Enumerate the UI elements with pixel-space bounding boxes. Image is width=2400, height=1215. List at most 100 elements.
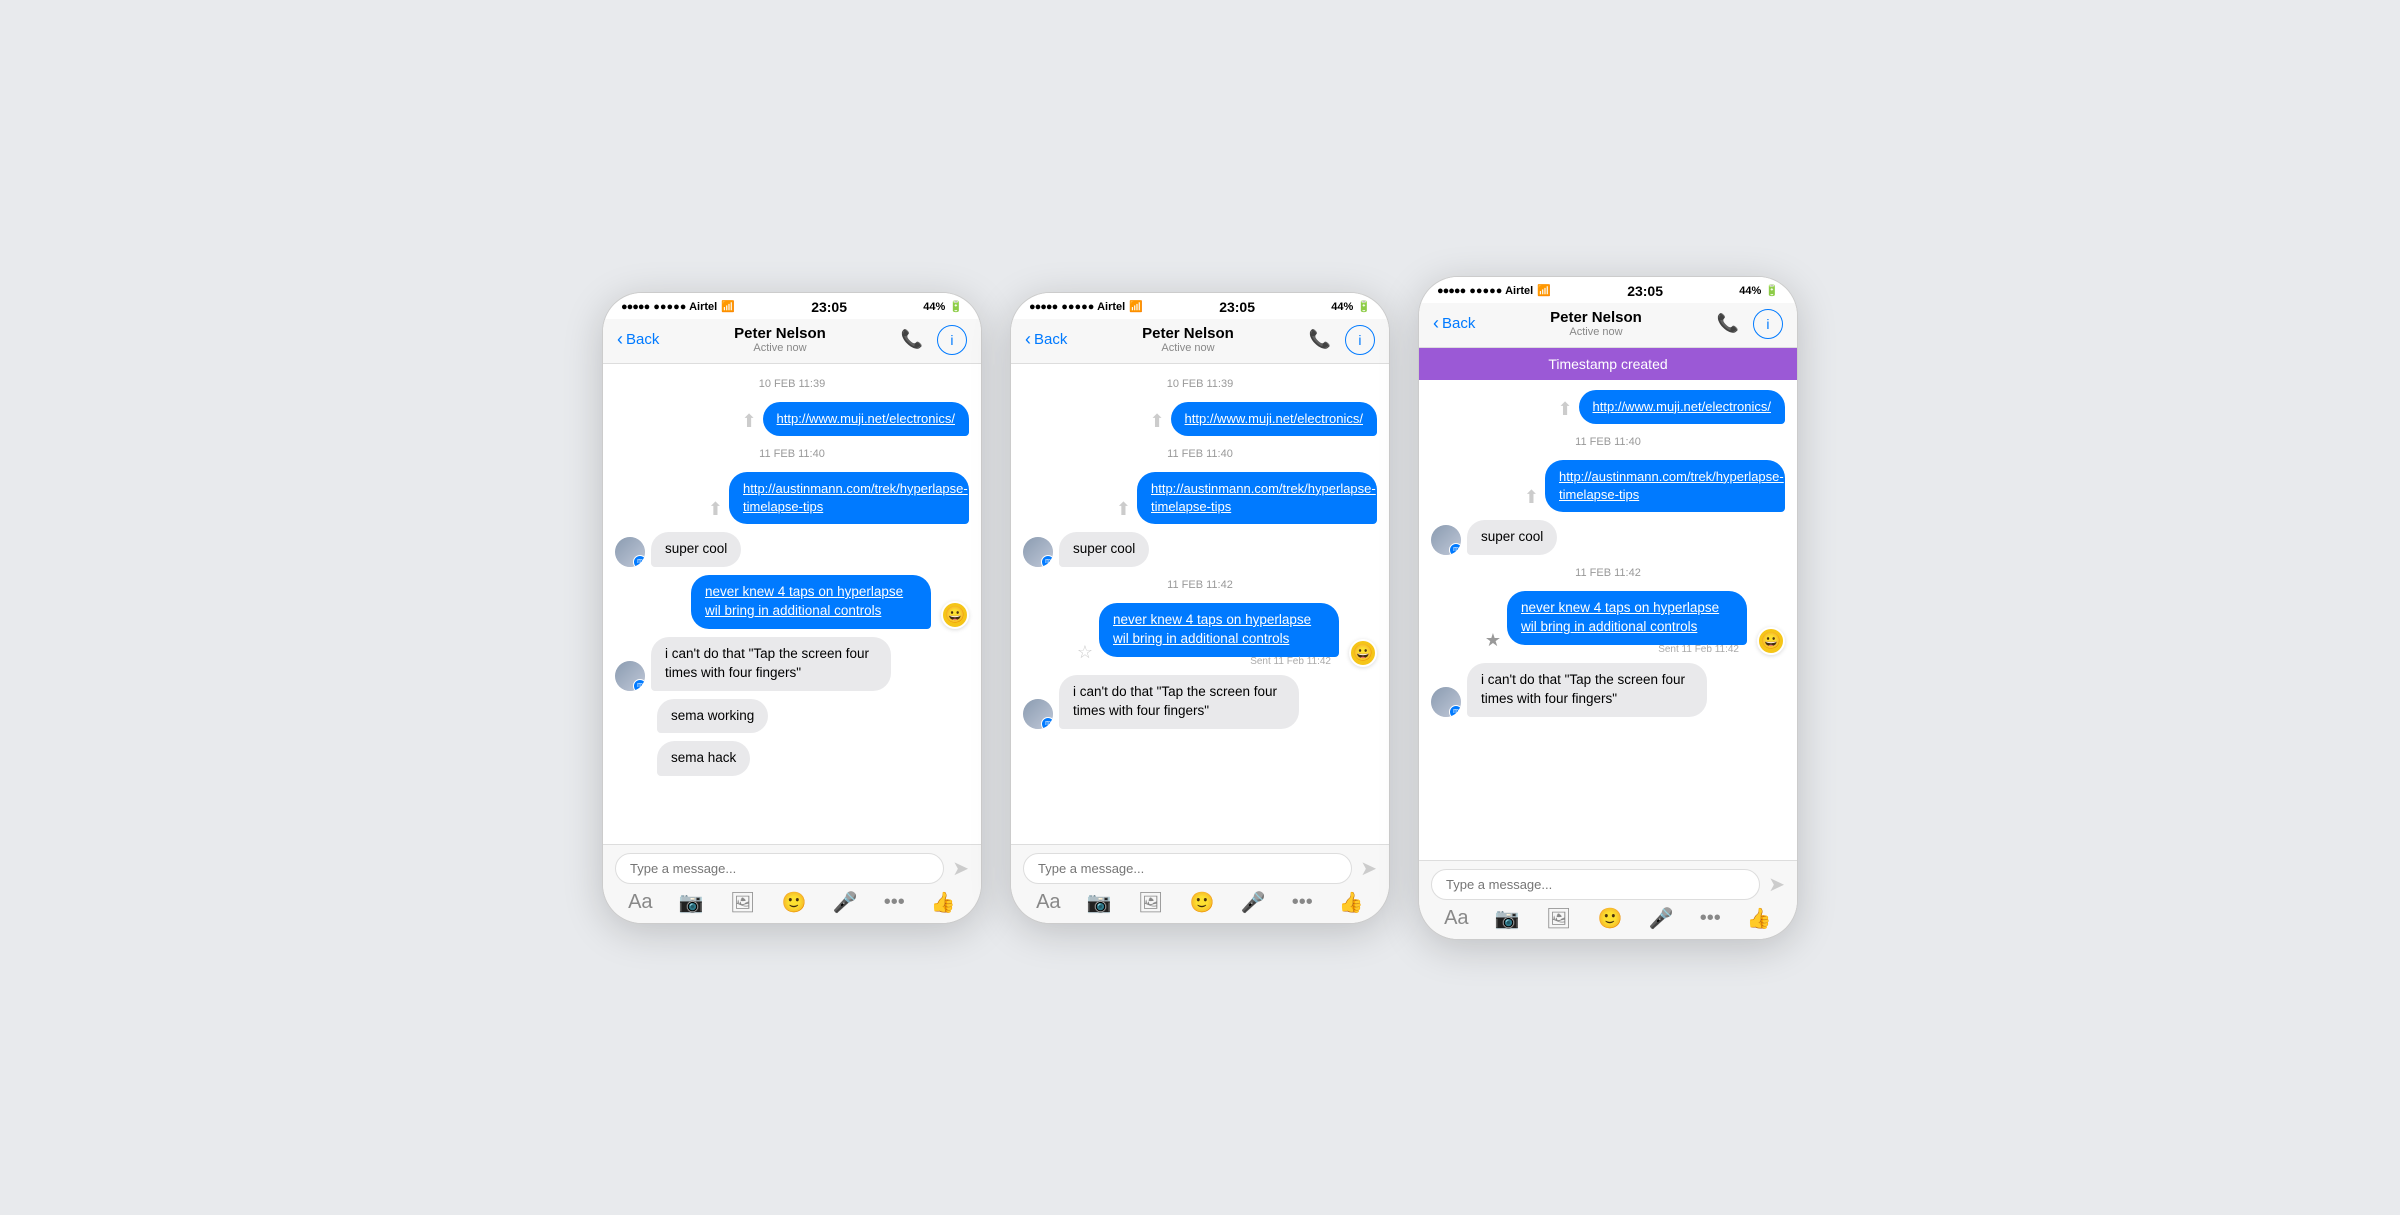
share-icon-1[interactable]: ⬆ <box>741 411 756 432</box>
bubble-sema1: sema working <box>657 699 768 734</box>
toolbar-image-2[interactable]: 🖼 <box>1138 890 1163 915</box>
share-icon-3a[interactable]: ⬆ <box>1557 399 1572 420</box>
back-arrow-icon-1: ‹ <box>617 329 623 350</box>
msg-row-out-hyperlapse3: ★ never knew 4 taps on hyperlapse wil br… <box>1431 591 1785 655</box>
bubble-link-1[interactable]: http://www.muji.net/electronics/ <box>763 402 969 436</box>
msg-row-out-link1: ⬆ http://www.muji.net/electronics/ <box>615 402 969 436</box>
back-label-1: Back <box>626 331 659 348</box>
messenger-badge-3a: m <box>1449 543 1461 555</box>
info-icon-1[interactable]: i <box>937 325 967 355</box>
signal-dots: ●●●●● <box>621 301 649 313</box>
carrier-name-2: ●●●●● Airtel <box>1061 301 1125 313</box>
toolbar-emoji-2[interactable]: 🙂 <box>1189 890 1214 915</box>
share-icon-2[interactable]: ⬆ <box>708 499 723 520</box>
send-icon-1[interactable]: ➤ <box>952 856 969 881</box>
toolbar-aa-1[interactable]: Aa <box>628 891 652 914</box>
messages-area-1: 10 FEB 11:39 ⬆ http://www.muji.net/elect… <box>603 364 981 844</box>
messenger-badge-2b: m <box>1041 717 1053 729</box>
msg-row-out-link1-3: ⬆ http://www.muji.net/electronics/ <box>1431 390 1785 424</box>
back-label-2: Back <box>1034 331 1067 348</box>
phone-call-icon-3[interactable]: 📞 <box>1717 313 1739 334</box>
time-display-2: 23:05 <box>1219 299 1255 315</box>
toolbar-like-3[interactable]: 👍 <box>1747 906 1772 931</box>
nav-bar-2: ‹ Back Peter Nelson Active now 📞 i <box>1011 319 1389 364</box>
toolbar-camera-3[interactable]: 📷 <box>1495 906 1520 931</box>
contact-status-3: Active now <box>1550 326 1642 338</box>
status-right-1: 44% 🔋 <box>923 300 963 313</box>
ts-label-3b: 11 FEB 11:40 <box>1431 436 1785 448</box>
toolbar-like-1[interactable]: 👍 <box>931 890 956 915</box>
carrier-name-3: ●●●●● Airtel <box>1469 285 1533 297</box>
msg-row-in-cantdo3: m i can't do that "Tap the screen four t… <box>1431 663 1785 717</box>
ts-label-1b: 11 FEB 11:40 <box>615 448 969 460</box>
toolbar-emoji-1[interactable]: 🙂 <box>781 890 806 915</box>
share-icon-2a[interactable]: ⬆ <box>1149 411 1164 432</box>
phone-1: ●●●●● ●●●●● Airtel 📶 23:05 44% 🔋 ‹ Back … <box>602 292 982 924</box>
msg-row-out-link2: ⬆ http://austinmann.com/trek/hyperlapse-… <box>615 472 969 524</box>
toolbar-aa-2[interactable]: Aa <box>1036 891 1060 914</box>
share-icon-2b[interactable]: ⬆ <box>1116 499 1131 520</box>
toolbar-emoji-3[interactable]: 🙂 <box>1597 906 1622 931</box>
messages-area-3: ⬆ http://www.muji.net/electronics/ 11 FE… <box>1419 380 1797 860</box>
signal-dots-3: ●●●●● <box>1437 285 1465 297</box>
back-button-1[interactable]: ‹ Back <box>617 329 659 350</box>
bubble-cantdo-1: i can't do that "Tap the screen four tim… <box>651 637 891 691</box>
input-area-1: ➤ Aa 📷 🖼 🙂 🎤 ••• 👍 <box>603 844 981 923</box>
avatar-1a: m <box>615 537 645 567</box>
input-row-1: ➤ <box>615 853 969 884</box>
info-icon-3[interactable]: i <box>1753 309 1783 339</box>
ts-label-3c: 11 FEB 11:42 <box>1431 567 1785 579</box>
msg-row-in-supercool-3: m super cool <box>1431 520 1785 555</box>
time-display-3: 23:05 <box>1627 283 1663 299</box>
contact-status-2: Active now <box>1142 342 1234 354</box>
bubble-link-1-2[interactable]: http://www.muji.net/electronics/ <box>1171 402 1377 436</box>
msg-row-in-supercool-2: m super cool <box>1023 532 1377 567</box>
toolbar-image-3[interactable]: 🖼 <box>1546 906 1571 931</box>
carrier-name: ●●●●● Airtel <box>653 301 717 313</box>
toolbar-image-1[interactable]: 🖼 <box>730 890 755 915</box>
share-icon-3b[interactable]: ⬆ <box>1524 487 1539 508</box>
toolbar-more-3[interactable]: ••• <box>1700 907 1721 930</box>
messenger-badge-3b: m <box>1449 705 1461 717</box>
bubble-link-2-3[interactable]: http://austinmann.com/trek/hyperlapse-ti… <box>1545 460 1785 512</box>
battery-pct-1: 44% <box>923 301 945 313</box>
sent-label-3: Sent 11 Feb 11:42 <box>1507 644 1739 655</box>
message-input-2[interactable] <box>1023 853 1352 884</box>
bubble-sema2: sema hack <box>657 741 750 776</box>
info-icon-2[interactable]: i <box>1345 325 1375 355</box>
toolbar-more-2[interactable]: ••• <box>1292 891 1313 914</box>
send-icon-2[interactable]: ➤ <box>1360 856 1377 881</box>
battery-icon-2: 🔋 <box>1357 300 1371 313</box>
avatar-3a: m <box>1431 525 1461 555</box>
phone-call-icon-1[interactable]: 📞 <box>901 329 923 350</box>
toolbar-camera-2[interactable]: 📷 <box>1087 890 1112 915</box>
send-icon-3[interactable]: ➤ <box>1768 872 1785 897</box>
nav-center-3: Peter Nelson Active now <box>1550 309 1642 338</box>
bubble-hyperlapse-3: never knew 4 taps on hyperlapse wil brin… <box>1507 591 1747 645</box>
bubble-link-2-2[interactable]: http://austinmann.com/trek/hyperlapse-ti… <box>1137 472 1377 524</box>
message-input-1[interactable] <box>615 853 944 884</box>
star-icon-2[interactable]: ☆ <box>1077 642 1093 663</box>
star-icon-3[interactable]: ★ <box>1485 630 1501 651</box>
bubble-link-1-3[interactable]: http://www.muji.net/electronics/ <box>1579 390 1785 424</box>
toolbar-camera-1[interactable]: 📷 <box>679 890 704 915</box>
toolbar-aa-3[interactable]: Aa <box>1444 907 1468 930</box>
toolbar-mic-3[interactable]: 🎤 <box>1649 906 1674 931</box>
message-input-3[interactable] <box>1431 869 1760 900</box>
toolbar-mic-1[interactable]: 🎤 <box>833 890 858 915</box>
status-bar-3: ●●●●● ●●●●● Airtel 📶 23:05 44% 🔋 <box>1419 277 1797 303</box>
contact-name-1: Peter Nelson <box>734 325 826 342</box>
toolbar-mic-2[interactable]: 🎤 <box>1241 890 1266 915</box>
back-button-3[interactable]: ‹ Back <box>1433 313 1475 334</box>
toolbar-like-2[interactable]: 👍 <box>1339 890 1364 915</box>
back-arrow-icon-2: ‹ <box>1025 329 1031 350</box>
msg-row-out-hyperlapse1: never knew 4 taps on hyperlapse wil brin… <box>615 575 969 629</box>
wifi-icon: 📶 <box>721 300 735 313</box>
phone-call-icon-2[interactable]: 📞 <box>1309 329 1331 350</box>
contact-name-2: Peter Nelson <box>1142 325 1234 342</box>
back-button-2[interactable]: ‹ Back <box>1025 329 1067 350</box>
toolbar-more-1[interactable]: ••• <box>884 891 905 914</box>
status-bar-1: ●●●●● ●●●●● Airtel 📶 23:05 44% 🔋 <box>603 293 981 319</box>
ts-label-1a: 10 FEB 11:39 <box>615 378 969 390</box>
bubble-link-2[interactable]: http://austinmann.com/trek/hyperlapse-ti… <box>729 472 969 524</box>
